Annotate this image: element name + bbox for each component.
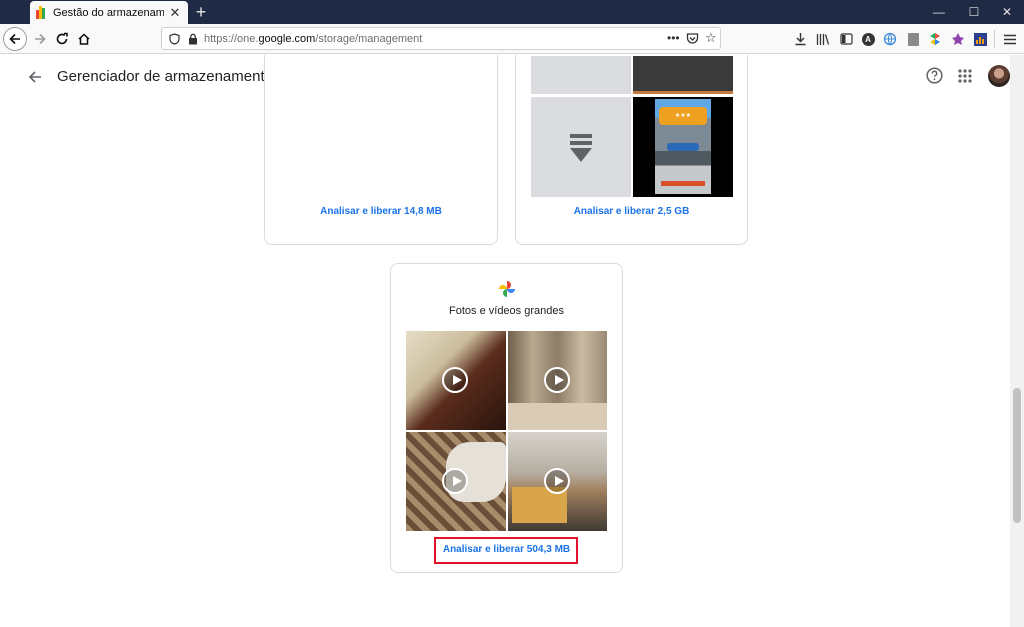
- purple-extension-icon[interactable]: [950, 31, 966, 47]
- lock-icon[interactable]: [188, 33, 198, 45]
- reload-button[interactable]: [50, 27, 74, 51]
- url-domain: google.com: [258, 32, 316, 45]
- shield-icon[interactable]: [169, 32, 180, 45]
- storage-card-2: ★★★ Analisar e liberar 2,5 GB: [515, 55, 748, 245]
- arrow-right-icon: [35, 33, 46, 45]
- google-photos-icon: [499, 281, 515, 297]
- game-screenshot-thumbnail: ★★★: [633, 97, 733, 197]
- translate-extension-icon[interactable]: [882, 31, 898, 47]
- card-heading: Fotos e vídeos grandes: [449, 305, 564, 317]
- video-thumbnail-4[interactable]: [508, 432, 607, 531]
- url-prefix: https://one.: [204, 32, 259, 45]
- storage-card-1: Analisar e liberar 14,8 MB: [264, 55, 498, 245]
- arrow-left-icon: [9, 33, 20, 45]
- apps-grid-icon[interactable]: [958, 69, 972, 83]
- video-thumbnail-1[interactable]: [406, 331, 506, 430]
- avatar[interactable]: [988, 65, 1010, 87]
- toolbar-divider: [994, 30, 995, 48]
- video-thumbnail-3[interactable]: [406, 432, 506, 531]
- help-icon[interactable]: [926, 67, 943, 84]
- account-icon[interactable]: A: [860, 31, 876, 47]
- file-download-thumbnail: [531, 97, 631, 197]
- google-one-favicon: [36, 6, 45, 19]
- browser-tab[interactable]: Gestão do armazenamento do Go ✕: [30, 1, 188, 24]
- url-text: https://one.google.com/storage/managemen…: [204, 33, 422, 45]
- sidebar-icon[interactable]: [838, 31, 854, 47]
- new-tab-icon[interactable]: +: [192, 2, 210, 22]
- download-file-icon: [570, 134, 592, 162]
- home-button[interactable]: [72, 27, 96, 51]
- extension-gray-icon[interactable]: [905, 31, 921, 47]
- video-thumbnail-2[interactable]: [508, 331, 607, 430]
- play-icon: [544, 468, 570, 494]
- close-window-icon[interactable]: ✕: [990, 0, 1024, 24]
- chart-extension-icon[interactable]: [972, 31, 988, 47]
- analyze-free-link-1[interactable]: Analisar e liberar 14,8 MB: [265, 206, 497, 217]
- forward-button[interactable]: [28, 27, 52, 51]
- play-icon: [442, 468, 468, 494]
- thumbnail-top-left: [531, 56, 631, 94]
- navigation-toolbar: https://one.google.com/storage/managemen…: [0, 24, 1024, 54]
- scrollbar-thumb[interactable]: [1013, 388, 1021, 523]
- url-path: /storage/management: [315, 32, 423, 45]
- downloads-icon[interactable]: [792, 31, 808, 47]
- library-icon[interactable]: [815, 31, 831, 47]
- tab-close-icon[interactable]: ✕: [168, 5, 182, 21]
- vertical-scrollbar[interactable]: [1010, 55, 1024, 627]
- hamburger-menu-icon[interactable]: [1002, 31, 1018, 47]
- analyze-free-link-2[interactable]: Analisar e liberar 2,5 GB: [516, 206, 747, 217]
- minimize-icon[interactable]: —: [922, 0, 956, 24]
- tab-title: Gestão do armazenamento do Go: [53, 6, 164, 19]
- page-title: Gerenciador de armazenamento: [57, 68, 273, 85]
- window-titlebar: Gestão do armazenamento do Go ✕ + — ☐ ✕: [0, 0, 1024, 24]
- reload-icon: [56, 32, 68, 45]
- thumbnail-top-right: [633, 56, 733, 94]
- bookmark-star-icon[interactable]: ☆: [705, 30, 717, 46]
- large-photos-videos-card: Fotos e vídeos grandes Analisar e libera…: [390, 263, 623, 573]
- play-icon: [544, 367, 570, 393]
- app-header: Gerenciador de armazenamento: [0, 55, 1010, 99]
- maximize-icon[interactable]: ☐: [957, 0, 991, 24]
- home-icon: [78, 33, 90, 45]
- play-icon: [442, 367, 468, 393]
- page-actions-icon[interactable]: •••: [667, 31, 680, 45]
- back-button[interactable]: [3, 27, 27, 51]
- back-arrow-icon[interactable]: [27, 69, 43, 85]
- colorful-extension-icon[interactable]: [927, 31, 943, 47]
- pocket-icon[interactable]: [686, 32, 699, 45]
- page-content: Gerenciador de armazenamento Analisar e …: [0, 55, 1010, 627]
- url-bar[interactable]: https://one.google.com/storage/managemen…: [161, 27, 721, 50]
- highlight-box: [434, 537, 578, 564]
